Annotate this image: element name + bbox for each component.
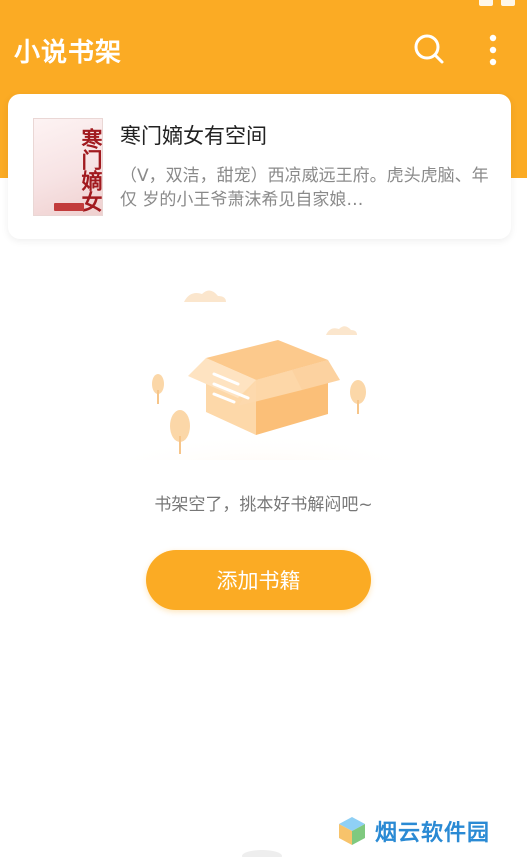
search-icon <box>414 34 444 64</box>
book-card[interactable]: 寒门嫡女 寒门嫡女有空间 （V，双洁，甜宠）西凉威远王府。虎头虎脑、年仅 岁的小… <box>8 94 511 239</box>
cover-title-art: 寒门嫡女 <box>79 128 103 212</box>
empty-box-icon <box>92 290 432 505</box>
more-menu-button[interactable] <box>478 30 508 70</box>
wifi-icon <box>479 0 493 6</box>
add-book-button[interactable]: 添加书籍 <box>146 550 371 610</box>
status-icons <box>479 0 515 8</box>
search-button[interactable] <box>410 30 448 68</box>
bottom-handle <box>242 850 282 857</box>
battery-icon <box>501 0 515 6</box>
book-description: （V，双洁，甜宠）西凉威远王府。虎头虎脑、年仅 岁的小王爷萧沫希见自家娘… <box>120 166 489 210</box>
watermark-text: 烟云软件园 <box>375 821 491 846</box>
status-bar <box>0 0 527 14</box>
cube-logo-icon <box>339 817 365 845</box>
page-title: 小说书架 <box>14 38 123 68</box>
book-title: 寒门嫡女有空间 <box>120 124 267 148</box>
more-vertical-icon <box>489 34 497 66</box>
empty-state-message: 书架空了，挑本好书解闷吧~ <box>154 495 373 515</box>
book-cover: 寒门嫡女 <box>33 118 103 216</box>
watermark: 烟云软件园 <box>335 811 490 851</box>
empty-shelf-illustration <box>88 280 436 505</box>
cover-badge <box>54 203 84 211</box>
